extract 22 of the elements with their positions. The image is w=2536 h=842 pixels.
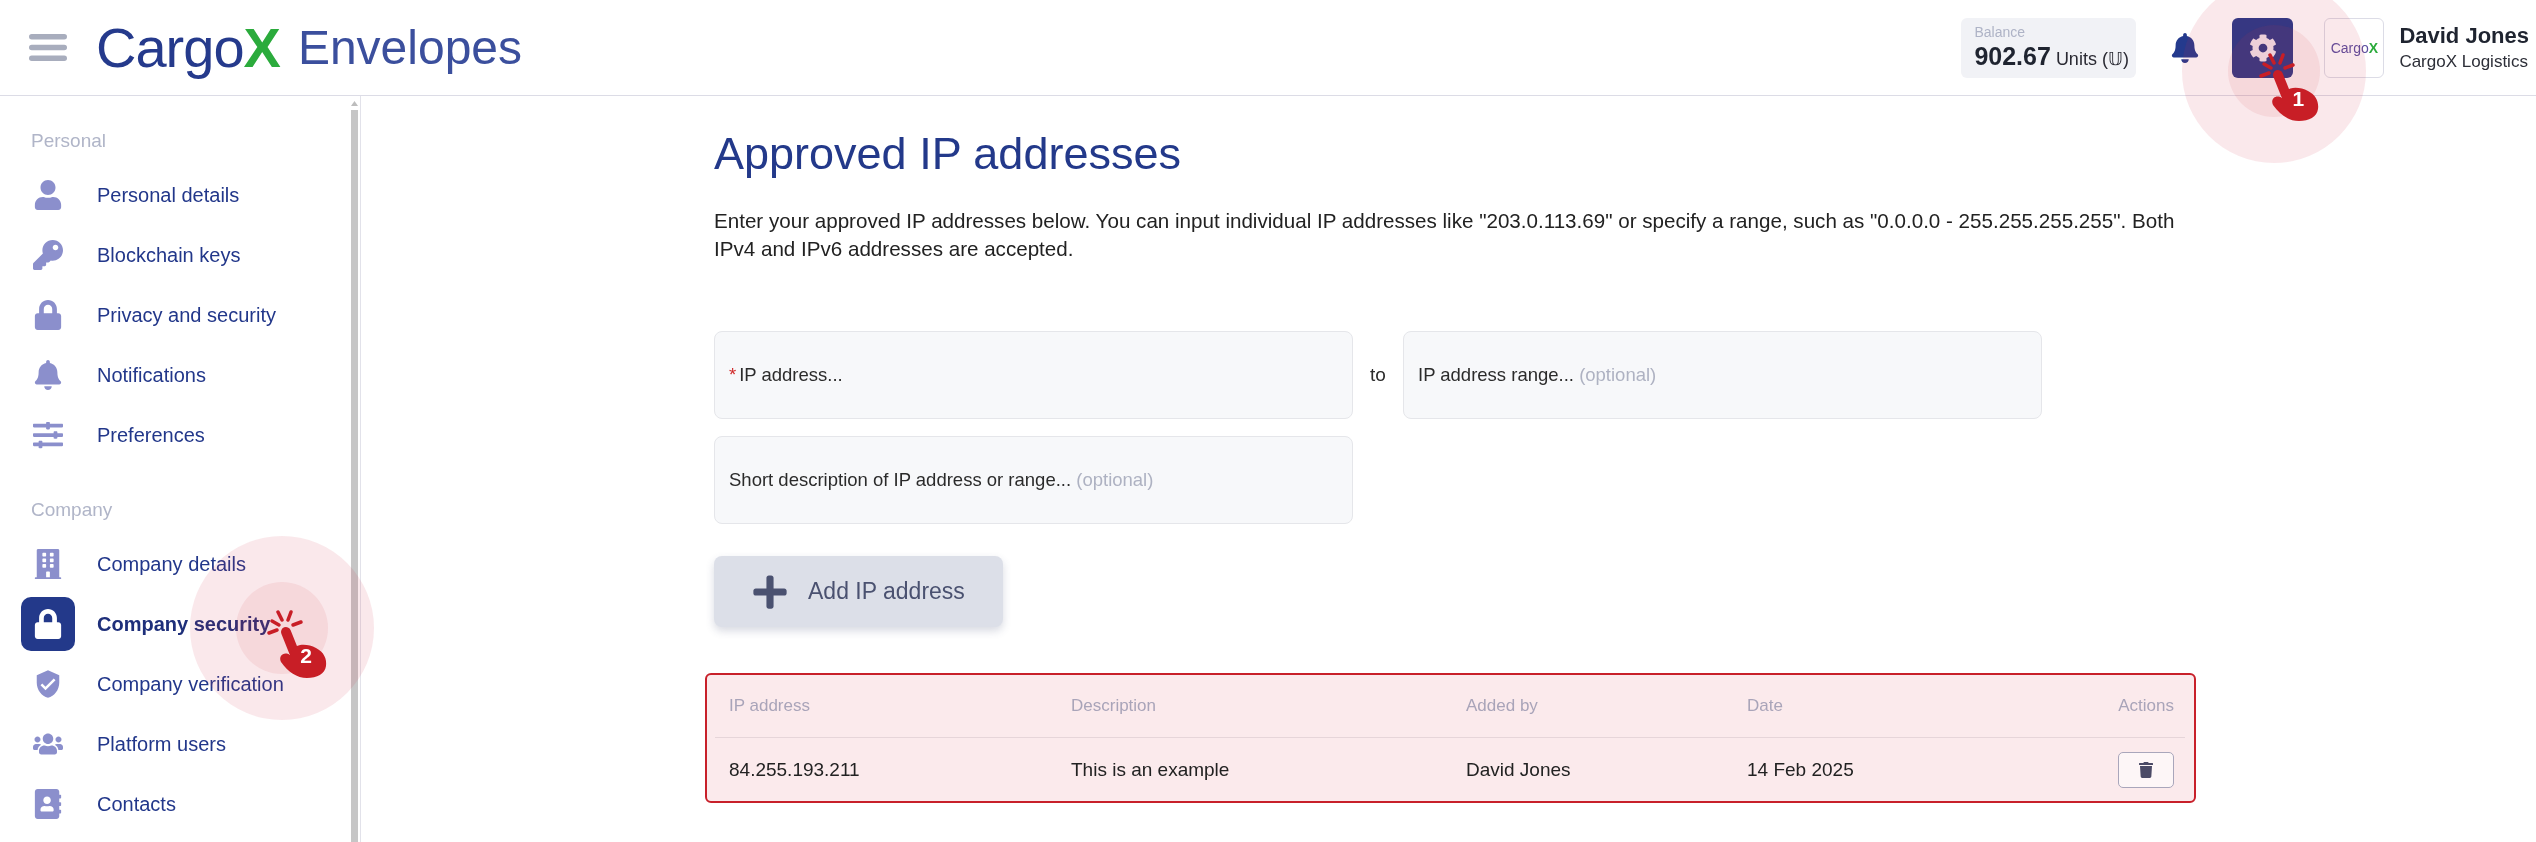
table-cell-text: 84.255.193.211 [729,758,861,781]
step-number: 1 [2291,86,2306,111]
product-name: Envelopes [297,23,523,72]
section-title: Company [30,498,114,522]
column-header: Actions [2118,696,2174,716]
table-cell-text: 14 Feb 2025 [1747,758,1855,781]
column-header: IP address [729,696,810,716]
company-logo: CargoX [2324,17,2385,78]
balance-label: Balance [1974,23,2026,41]
column-header: Added by [1466,696,1538,716]
column-header: Date [1747,696,1783,716]
section-title: Personal [30,129,107,153]
table-cell-text: David Jones [1466,758,1572,781]
description-text: Enter your approved IP addresses below. You can input individual IP addresses like "203.0.113.69" or specify a range, such as "0.0.0.0 - 255.255.255.255". Both IPv4 and IPv6 addresses are accepted. [714,208,2176,262]
range-separator: to [1369,364,1387,386]
balance-amount: 902.67 Units (𝕌) [1974,40,2130,72]
user-name: David Jones [2399,21,2529,50]
page-title: Approved IP addresses [714,127,1182,181]
column-header: Description [1071,696,1157,716]
user-company: CargoX Logistics [2399,50,2529,73]
table-cell-text: This is an example [1071,758,1231,781]
step-number: 2 [299,644,313,668]
